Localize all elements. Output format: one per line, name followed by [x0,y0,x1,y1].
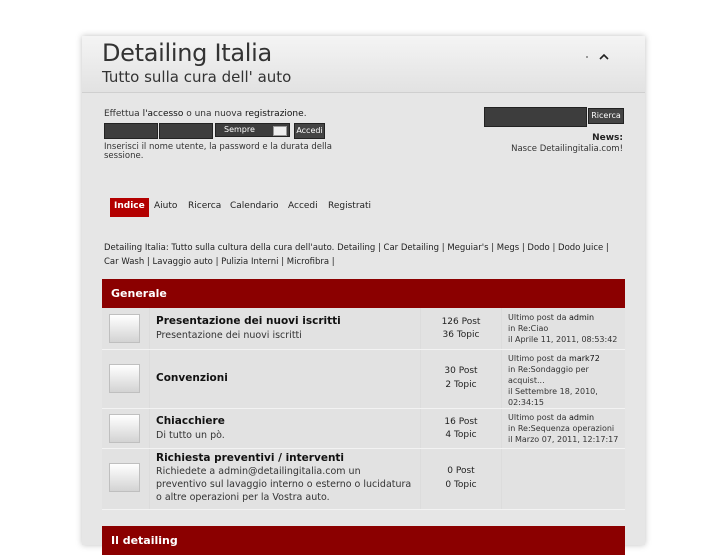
dropdown-arrow-icon [273,126,287,136]
board-status-icon [109,463,140,492]
board-row: Chiacchiere Di tutto un pò. 16 Post 4 To… [102,409,625,449]
login-hint-suffix: . [303,109,307,119]
nav-item-ricerca[interactable]: Ricerca [188,198,221,217]
site-description: Detailing Italia: Tutto sulla cultura de… [104,243,609,267]
board-post-count: 16 Post [444,417,478,427]
site-header: Detailing Italia Tutto sulla cura dell' … [82,36,645,93]
board-post-count: 0 Post [447,466,475,476]
login-button[interactable]: Accedi [294,123,325,139]
board-last-post: Ultimo post da admin in Re:Ciao il April… [508,312,623,345]
last-post-date: il Aprile 11, 2011, 08:53:42 [508,335,618,344]
site-title[interactable]: Detailing Italia [102,39,272,67]
board-post-count: 126 Post [441,317,481,327]
session-duration-value: Sempre [224,125,255,134]
nav-item-aiuto[interactable]: Aiuto [154,198,177,217]
last-post-in-label: in [508,324,516,333]
last-post-by-label: da [556,354,567,363]
login-hint-middle: o una nuova [183,109,246,119]
search-input[interactable] [484,107,587,127]
board-topic-count: 36 Topic [442,330,480,340]
collapse-chevron-up-icon[interactable] [597,50,611,64]
password-input[interactable] [159,123,213,139]
news-text: Nasce Detailingitalia.com! [511,144,623,154]
session-duration-select[interactable]: Sempre [215,123,290,137]
board-status-icon [109,364,140,393]
board-description: Richiedete a admin@detailingitalia.com u… [156,466,412,503]
board-title[interactable]: Chiacchiere [156,415,225,427]
last-post-topic-link[interactable]: Re:Sequenza operazioni [518,424,614,433]
board-title[interactable]: Convenzioni [156,372,228,384]
board-status-icon [109,414,140,443]
last-post-by-label: da [556,413,567,422]
board-title[interactable]: Presentazione dei nuovi iscritti [156,315,341,327]
board-topic-count: 2 Topic [445,380,477,390]
last-post-date: il Settembre 18, 2010, 02:34:15 [508,387,598,407]
dot-icon [586,56,588,58]
board-description: Di tutto un pò. [156,430,225,441]
last-post-topic-link[interactable]: Re:Ciao [518,324,548,333]
last-post-user-link[interactable]: admin [569,313,594,322]
last-post-in-label: in [508,365,516,374]
board-row: Convenzioni 30 Post 2 Topic Ultimo post … [102,350,625,409]
last-post-in-label: in [508,424,516,433]
last-post-label: Ultimo post [508,313,554,322]
last-post-user-link[interactable]: mark72 [569,354,600,363]
board-last-post: Ultimo post da mark72 in Re:Sondaggio pe… [508,353,623,408]
board-last-post: Ultimo post da admin in Re:Sequenza oper… [508,412,623,445]
page-container: Detailing Italia Tutto sulla cura dell' … [82,36,645,555]
nav-item-accedi[interactable]: Accedi [288,198,318,217]
category-header-il-detailing[interactable]: Il detailing [102,526,625,555]
username-input[interactable] [104,123,158,139]
board-row: Richiesta preventivi / interventi Richie… [102,449,625,510]
board-row: Presentazione dei nuovi iscritti Present… [102,308,625,350]
news-label: News: [592,133,623,143]
search-button[interactable]: Ricerca [588,108,624,124]
board-topic-count: 0 Topic [445,480,477,490]
login-hint: Effettua l'accesso o una nuova registraz… [104,109,307,119]
nav-item-calendario[interactable]: Calendario [230,198,278,217]
board-status-icon [109,314,140,343]
board-post-count: 30 Post [444,366,478,376]
login-link[interactable]: l'accesso [143,109,184,119]
login-hint-prefix: Effettua [104,109,143,119]
last-post-label: Ultimo post [508,413,554,422]
last-post-user-link[interactable]: admin [569,413,594,422]
last-post-by-label: da [556,313,567,322]
last-post-date: il Marzo 07, 2011, 12:17:17 [508,435,619,444]
board-topic-count: 4 Topic [445,430,477,440]
last-post-label: Ultimo post [508,354,554,363]
board-description: Presentazione dei nuovi iscritti [156,330,302,341]
last-post-topic-link[interactable]: Re:Sondaggio per acquist... [508,365,589,385]
nav-item-registrati[interactable]: Registrati [328,198,371,217]
nav-item-indice[interactable]: Indice [110,198,149,217]
site-subtitle: Tutto sulla cura dell' auto [102,68,292,86]
login-help-text: Inserisci il nome utente, la password e … [104,142,332,161]
category-header-generale[interactable]: Generale [102,279,625,308]
board-last-post [502,449,625,509]
register-link[interactable]: registrazione [245,109,304,119]
board-title[interactable]: Richiesta preventivi / interventi [156,452,344,464]
